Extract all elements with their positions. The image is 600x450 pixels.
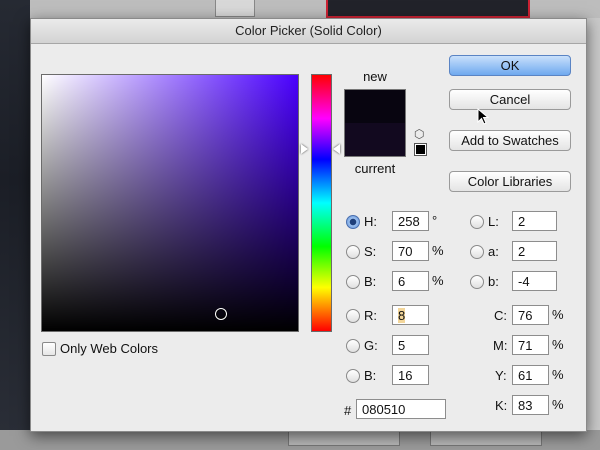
magenta-label: M: <box>493 338 508 353</box>
hue-slider-handle-left[interactable] <box>301 144 308 154</box>
green-label: G: <box>364 338 378 353</box>
color-libraries-button[interactable]: Color Libraries <box>449 171 571 192</box>
background-top-bar <box>0 0 600 18</box>
hue-label: H: <box>364 214 377 229</box>
dialog-title: Color Picker (Solid Color) <box>31 19 586 44</box>
lab-l-radio[interactable] <box>470 215 484 229</box>
background-panel-button <box>288 430 400 446</box>
gamut-cube-icon[interactable]: ⬡ <box>414 127 424 141</box>
black-label: K: <box>495 398 508 413</box>
lab-a-label: a: <box>488 244 499 259</box>
red-input[interactable]: 8 <box>392 305 429 325</box>
black-input[interactable]: 83 <box>512 395 549 415</box>
hex-input[interactable]: 080510 <box>356 399 446 419</box>
yellow-label: Y: <box>495 368 507 383</box>
web-safe-warning-icon[interactable] <box>414 143 427 156</box>
saturation-label: S: <box>364 244 377 259</box>
cancel-button[interactable]: Cancel <box>449 89 571 110</box>
cyan-input[interactable]: 76 <box>512 305 549 325</box>
green-radio[interactable] <box>346 339 360 353</box>
brightness-unit: % <box>432 273 444 288</box>
green-input[interactable]: 5 <box>392 335 429 355</box>
red-input-value: 8 <box>398 308 406 323</box>
add-to-swatches-button[interactable]: Add to Swatches <box>449 130 571 151</box>
lab-b-input[interactable]: -4 <box>512 271 557 291</box>
hue-slider-handle-right[interactable] <box>333 144 340 154</box>
hue-input[interactable]: 258 <box>392 211 429 231</box>
lab-b-label: b: <box>488 274 499 289</box>
color-preview <box>344 89 406 157</box>
new-color-label: new <box>363 69 387 84</box>
brightness-radio[interactable] <box>346 275 360 289</box>
red-label: R: <box>364 308 377 323</box>
lab-a-radio[interactable] <box>470 245 484 259</box>
new-color-swatch <box>345 90 405 123</box>
magenta-input[interactable]: 71 <box>512 335 549 355</box>
lab-l-label: L: <box>488 214 499 229</box>
cyan-unit: % <box>552 307 564 322</box>
lab-a-input[interactable]: 2 <box>512 241 557 261</box>
hue-radio[interactable] <box>346 215 360 229</box>
background-scroll-panel <box>586 18 600 450</box>
red-radio[interactable] <box>346 309 360 323</box>
lab-l-input[interactable]: 2 <box>512 211 557 231</box>
only-web-colors-checkbox[interactable] <box>42 342 56 356</box>
color-field-marker[interactable] <box>215 308 227 320</box>
yellow-input[interactable]: 61 <box>512 365 549 385</box>
magenta-unit: % <box>552 337 564 352</box>
saturation-input[interactable]: 70 <box>392 241 429 261</box>
lab-b-radio[interactable] <box>470 275 484 289</box>
hex-label: # <box>344 403 352 418</box>
saturation-radio[interactable] <box>346 245 360 259</box>
only-web-colors-label: Only Web Colors <box>60 341 159 356</box>
color-picker-dialog: Color Picker (Solid Color) new current ⬡… <box>30 18 587 432</box>
brightness-input[interactable]: 6 <box>392 271 429 291</box>
current-color-swatch[interactable] <box>345 123 405 156</box>
yellow-unit: % <box>552 367 564 382</box>
color-field[interactable] <box>41 74 299 332</box>
blue-input[interactable]: 16 <box>392 365 429 385</box>
background-canvas <box>0 0 30 450</box>
background-panel-button <box>430 430 542 446</box>
black-unit: % <box>552 397 564 412</box>
brightness-label: B: <box>364 274 377 289</box>
background-bottom-bar <box>0 430 600 450</box>
background-thumbnail <box>326 0 530 18</box>
background-tool-slot <box>215 0 255 17</box>
saturation-unit: % <box>432 243 444 258</box>
blue-radio[interactable] <box>346 369 360 383</box>
ok-button[interactable]: OK <box>449 55 571 76</box>
blue-label: B: <box>364 368 377 383</box>
cyan-label: C: <box>494 308 507 323</box>
hue-slider[interactable] <box>311 74 332 332</box>
current-color-label: current <box>354 161 396 176</box>
degree-unit: ° <box>432 213 438 228</box>
